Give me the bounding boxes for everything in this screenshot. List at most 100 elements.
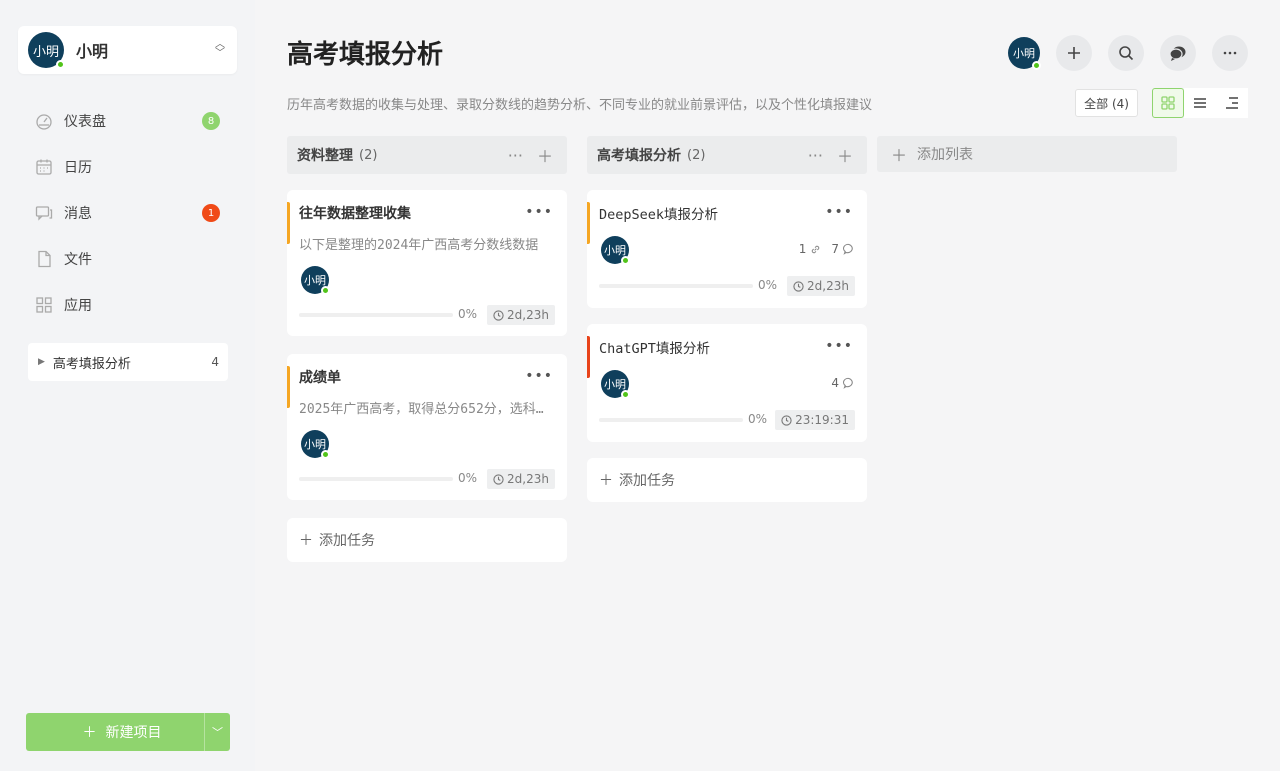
more-button[interactable] xyxy=(1212,35,1248,71)
task-description: 2025年广西高考，取得总分652分，选科物理 xyxy=(299,402,555,417)
member-avatar[interactable]: 小明 xyxy=(1008,37,1041,70)
sidebar-item-label: 消息 xyxy=(64,206,92,222)
online-indicator xyxy=(321,450,330,459)
messages-count-badge: 1 xyxy=(202,204,220,222)
clock-icon xyxy=(793,280,804,292)
sidebar-item-apps[interactable]: 应用 xyxy=(28,282,228,328)
user-switcher[interactable]: 小明 小明 ︿ ﹀ xyxy=(18,26,237,74)
caret-right-icon[interactable]: ▶ xyxy=(38,357,45,367)
sidebar-item-messages[interactable]: 消息 1 xyxy=(28,190,228,236)
more-horizontal-icon[interactable]: ••• xyxy=(825,338,853,354)
more-horizontal-icon[interactable]: ··· xyxy=(508,146,523,165)
message-icon xyxy=(35,206,53,221)
sidebar-item-dashboard[interactable]: 仪表盘 8 xyxy=(28,98,228,144)
view-toolbar: 全部 (4) xyxy=(1075,88,1248,118)
task-title: 往年数据整理收集 xyxy=(299,206,411,222)
assignee-avatar[interactable]: 小明 xyxy=(301,430,330,459)
more-horizontal-icon[interactable]: ••• xyxy=(525,368,553,384)
column-count: (2) xyxy=(687,147,706,163)
dashboard-count-badge: 8 xyxy=(202,112,220,130)
comment-icon xyxy=(843,243,853,255)
add-list-label: 添加列表 xyxy=(917,147,974,163)
progress-bar xyxy=(299,477,453,481)
sidebar-project-item[interactable]: ▶ 高考填报分析 4 xyxy=(28,343,228,381)
sidebar-item-calendar[interactable]: 日历 xyxy=(28,144,228,190)
column-header: 资料整理 (2) ··· ＋ xyxy=(287,136,567,174)
gantt-view-button[interactable] xyxy=(1216,88,1248,118)
chevron-up-down-icon: ︿ ﹀ xyxy=(215,39,225,59)
priority-bar xyxy=(287,366,290,408)
user-name: 小明 xyxy=(76,42,109,61)
sidebar-item-files[interactable]: 文件 xyxy=(28,236,228,282)
comment-count: 4 xyxy=(831,376,839,390)
online-indicator xyxy=(56,60,65,69)
chevron-down-icon[interactable]: ﹀ xyxy=(204,713,230,751)
time-text: 2d,23h xyxy=(507,472,549,486)
clock-icon xyxy=(781,414,792,426)
filter-all-button[interactable]: 全部 (4) xyxy=(1075,89,1138,117)
list-view-icon xyxy=(1194,98,1206,108)
assignee-avatar[interactable]: 小明 xyxy=(601,236,630,265)
avatar-text: 小明 xyxy=(32,44,59,60)
add-task-button[interactable]: ＋ 添加任务 xyxy=(287,518,567,562)
time-remaining: 2d,23h xyxy=(787,276,855,296)
plus-icon[interactable]: ＋ xyxy=(837,143,853,167)
add-button[interactable] xyxy=(1056,35,1092,71)
chat-button[interactable] xyxy=(1160,35,1196,71)
header-actions: 小明 xyxy=(1008,35,1248,71)
plus-icon: ＋ xyxy=(299,533,313,549)
clock-icon xyxy=(493,309,504,321)
search-icon xyxy=(1119,46,1134,61)
main-area: 高考填报分析 历年高考数据的收集与处理、录取分数线的趋势分析、不同专业的就业前景… xyxy=(255,0,1280,771)
avatar-text: 小明 xyxy=(1013,47,1035,60)
sidebar-item-label: 日历 xyxy=(64,160,92,176)
more-horizontal-icon xyxy=(1223,51,1237,55)
progress-percent: 0% xyxy=(748,412,768,426)
list-view-button[interactable] xyxy=(1184,88,1216,118)
progress-bar xyxy=(599,418,743,422)
apps-grid-icon xyxy=(36,297,52,313)
chat-icon xyxy=(1169,46,1186,61)
progress-bar xyxy=(599,284,753,288)
assignee-avatar[interactable]: 小明 xyxy=(601,370,630,399)
page-description: 历年高考数据的收集与处理、录取分数线的趋势分析、不同专业的就业前景评估，以及个性… xyxy=(287,98,873,113)
time-remaining: 2d,23h xyxy=(487,305,555,325)
new-project-main[interactable]: ＋ 新建项目 xyxy=(26,722,204,742)
task-card[interactable]: 往年数据整理收集 ••• 以下是整理的2024年广西高考分数线数据 小明 0% … xyxy=(287,190,567,336)
more-horizontal-icon[interactable]: ··· xyxy=(808,146,823,165)
column-header: 高考填报分析 (2) ··· ＋ xyxy=(587,136,867,174)
online-indicator xyxy=(621,390,630,399)
search-button[interactable] xyxy=(1108,35,1144,71)
dashboard-icon xyxy=(36,114,52,130)
add-list-button[interactable]: ＋ 添加列表 xyxy=(877,136,1177,172)
sidebar-item-label: 仪表盘 xyxy=(64,114,106,130)
link-icon xyxy=(812,245,820,253)
priority-bar xyxy=(287,202,290,244)
time-remaining: 2d,23h xyxy=(487,469,555,489)
task-title: DeepSeek填报分析 xyxy=(599,207,719,223)
project-task-count: 4 xyxy=(211,355,219,369)
link-count: 1 xyxy=(798,242,807,256)
more-horizontal-icon[interactable]: ••• xyxy=(525,204,553,220)
assignee-avatar[interactable]: 小明 xyxy=(301,266,330,295)
board-view-button[interactable] xyxy=(1152,88,1184,118)
priority-bar xyxy=(587,336,590,378)
add-task-button[interactable]: ＋ 添加任务 xyxy=(587,458,867,502)
user-avatar: 小明 xyxy=(28,32,65,69)
task-card[interactable]: ChatGPT填报分析 ••• 小明 4 0% 23:19:31 xyxy=(587,324,867,442)
clock-icon xyxy=(493,473,504,485)
calendar-icon xyxy=(36,159,52,175)
task-title: 成绩单 xyxy=(299,370,341,386)
task-card[interactable]: DeepSeek填报分析 ••• 小明 1 7 0% 2d,23h xyxy=(587,190,867,308)
plus-icon[interactable]: ＋ xyxy=(537,143,553,167)
time-text: 23:19:31 xyxy=(795,413,849,427)
column-title: 资料整理 xyxy=(297,148,353,164)
progress-percent: 0% xyxy=(458,471,478,485)
project-label: 高考填报分析 xyxy=(52,356,131,372)
progress-percent: 0% xyxy=(758,278,778,292)
new-project-button[interactable]: ＋ 新建项目 ﹀ xyxy=(26,713,230,751)
task-card[interactable]: 成绩单 ••• 2025年广西高考，取得总分652分，选科物理 小明 0% 2d… xyxy=(287,354,567,500)
time-remaining: 23:19:31 xyxy=(775,410,855,430)
more-horizontal-icon[interactable]: ••• xyxy=(825,204,853,220)
task-description: 以下是整理的2024年广西高考分数线数据 xyxy=(299,238,539,253)
